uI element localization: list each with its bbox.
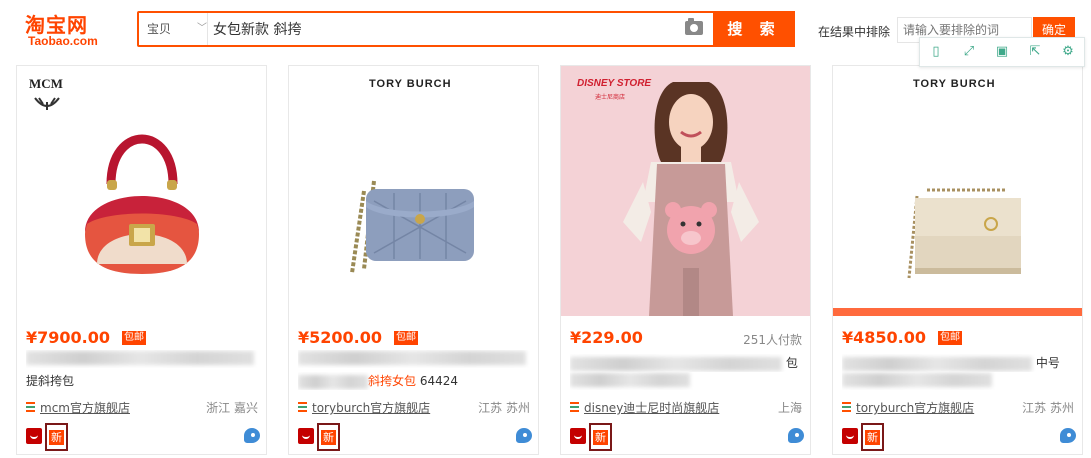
mcm-laurel-logo	[34, 97, 60, 110]
floating-toolbar: ▯ ⤢ ▣ ⇱ ⚙	[919, 37, 1085, 67]
brand-logo: MCM	[29, 76, 63, 91]
product-title[interactable]: 提斜挎包	[26, 372, 258, 390]
price: ¥4850.00	[842, 328, 927, 347]
new-badge: 新	[317, 423, 340, 451]
badge-row: 新	[570, 422, 804, 451]
search-category-select[interactable]: 宝贝 ﹀	[147, 13, 207, 45]
image-bottom-bar	[833, 308, 1082, 316]
shop-row: toryburch官方旗舰店 江苏 苏州	[298, 399, 530, 415]
camera-icon[interactable]	[685, 18, 703, 35]
product-title[interactable]: 包	[570, 354, 802, 372]
tmall-icon[interactable]	[842, 428, 858, 444]
location: 上海	[777, 401, 802, 415]
shop-row: mcm官方旗舰店 浙江 嘉兴	[26, 399, 258, 415]
wangwang-chat-icon[interactable]	[516, 428, 532, 443]
product-title[interactable]: 斜挎女包 64424	[298, 372, 530, 390]
shop-icon	[842, 402, 851, 412]
product-title-blurred[interactable]	[842, 372, 1074, 390]
product-card[interactable]: MCM ¥7900.00 包邮 提斜挎包 mcm官方旗舰店 浙江 嘉兴 新	[16, 65, 267, 455]
phone-frame-icon[interactable]: ▯	[928, 44, 944, 60]
price-row: ¥4850.00 包邮	[842, 328, 1074, 348]
search-button[interactable]: 搜 索	[713, 11, 795, 47]
product-title-text: 中号	[1035, 356, 1060, 370]
price-row: ¥229.00 251人付款	[570, 328, 802, 348]
badge-row: 新	[298, 422, 532, 451]
paid-count: 251人付款	[743, 333, 802, 347]
tmall-icon[interactable]	[570, 428, 586, 444]
save-icon[interactable]: ▣	[994, 44, 1010, 60]
handbag-image	[907, 188, 1021, 279]
divider	[207, 13, 208, 45]
free-shipping-badge: 包邮	[394, 331, 418, 345]
tmall-icon[interactable]	[298, 428, 314, 444]
price: ¥229.00	[570, 328, 643, 347]
logo-text-en: Taobao.com	[28, 34, 98, 48]
shop-icon	[298, 402, 307, 412]
brand-logo: TORY BURCH	[913, 78, 996, 90]
shop-row: toryburch官方旗舰店 江苏 苏州	[842, 399, 1074, 415]
location: 江苏 苏州	[1022, 401, 1074, 415]
shop-link[interactable]: toryburch官方旗舰店	[312, 399, 430, 416]
location: 浙江 嘉兴	[206, 401, 258, 415]
shop-link[interactable]: disney迪士尼时尚旗舰店	[584, 399, 719, 416]
new-badge-text: 新	[49, 430, 64, 445]
tmall-icon[interactable]	[26, 428, 42, 444]
product-title-text: 包	[785, 356, 798, 370]
handbag-image	[85, 134, 199, 274]
shop-link[interactable]: mcm官方旗舰店	[40, 399, 130, 416]
product-card[interactable]: DISNEY STORE 迪士尼商店 ¥229.00 251人付款 包 disn…	[560, 65, 811, 455]
page: { "header": { "logo_cn": "淘宝网", "logo_en…	[0, 0, 1091, 458]
product-title[interactable]: 中号	[842, 354, 1074, 372]
product-title-text: 提斜挎包	[26, 374, 75, 388]
new-badge-text: 新	[321, 430, 336, 445]
price: ¥7900.00	[26, 328, 111, 347]
product-card[interactable]: TORY BURCH ¥4850.00 包邮 中号 toryburch官方旗舰店…	[832, 65, 1083, 455]
wangwang-chat-icon[interactable]	[1060, 428, 1076, 443]
new-badge-text: 新	[593, 430, 608, 445]
wangwang-chat-icon[interactable]	[244, 428, 260, 443]
location: 江苏 苏州	[478, 401, 530, 415]
product-image[interactable]: MCM	[17, 66, 266, 316]
shop-icon	[26, 402, 35, 412]
settings-icon[interactable]: ⚙	[1060, 44, 1076, 60]
badge-row: 新	[26, 422, 260, 451]
search-bar: 宝贝 ﹀ 搜 索	[137, 11, 795, 47]
handbag-image	[350, 180, 474, 274]
price: ¥5200.00	[298, 328, 383, 347]
new-badge: 新	[589, 423, 612, 451]
shop-row: disney迪士尼时尚旗舰店 上海	[570, 399, 802, 415]
new-badge: 新	[861, 423, 884, 451]
product-title-blurred[interactable]	[570, 372, 802, 390]
exclude-label: 在结果中排除	[818, 25, 891, 39]
search-input[interactable]	[213, 13, 678, 45]
new-badge-text: 新	[865, 430, 880, 445]
product-title-keyword: 斜挎女包	[368, 374, 417, 388]
product-title-number: 64424	[419, 374, 459, 388]
brand-logo: TORY BURCH	[369, 78, 452, 90]
new-badge: 新	[45, 423, 68, 451]
fullscreen-icon[interactable]: ⤢	[961, 44, 977, 60]
taobao-logo[interactable]: 淘宝网 Taobao.com	[18, 8, 124, 52]
product-card[interactable]: TORY BURCH ¥5200.00 包邮 斜挎女包 64424 torybu…	[288, 65, 539, 455]
product-image[interactable]: TORY BURCH	[833, 66, 1082, 316]
shop-icon	[570, 402, 579, 412]
wangwang-chat-icon[interactable]	[788, 428, 804, 443]
free-shipping-badge: 包邮	[122, 331, 146, 345]
chevron-down-icon: ﹀	[197, 23, 207, 34]
product-image[interactable]: TORY BURCH	[289, 66, 538, 316]
product-title-blurred[interactable]	[298, 350, 530, 368]
search-category-label: 宝贝	[147, 22, 172, 36]
model-with-bag-image	[623, 82, 759, 316]
price-row: ¥5200.00 包邮	[298, 328, 530, 348]
share-icon[interactable]: ⇱	[1027, 44, 1043, 60]
free-shipping-badge: 包邮	[938, 331, 962, 345]
price-row: ¥7900.00 包邮	[26, 328, 258, 348]
badge-row: 新	[842, 422, 1076, 451]
shop-link[interactable]: toryburch官方旗舰店	[856, 399, 974, 416]
product-image[interactable]: DISNEY STORE 迪士尼商店	[561, 66, 810, 316]
product-title-blurred[interactable]	[26, 350, 258, 368]
